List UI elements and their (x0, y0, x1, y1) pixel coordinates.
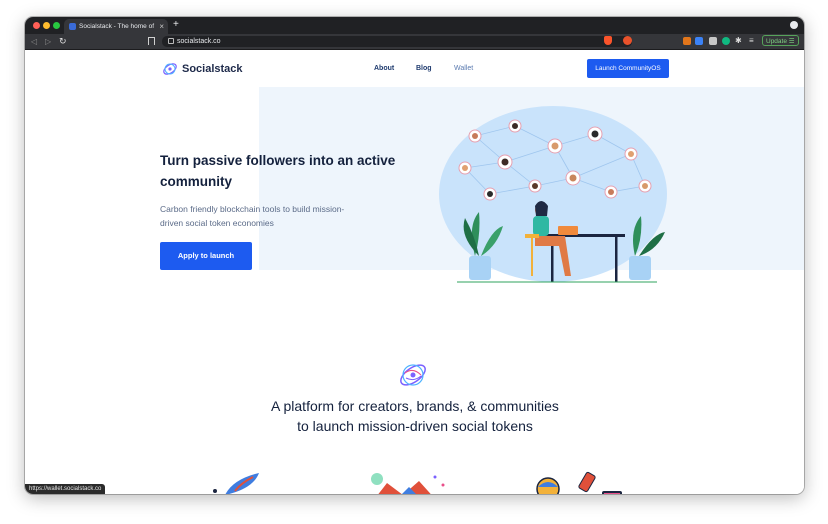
extension-icon[interactable] (695, 37, 703, 45)
platform-icon (400, 364, 426, 386)
maximize-window-button[interactable] (53, 22, 60, 29)
nav-blog[interactable]: Blog (416, 64, 432, 74)
apply-to-launch-button[interactable]: Apply to launch (160, 242, 252, 270)
extension-icon[interactable] (709, 37, 717, 45)
tab-title: Socialstack - The home of mis (79, 23, 155, 30)
bookmark-icon[interactable] (148, 37, 155, 45)
close-window-button[interactable] (33, 22, 40, 29)
tab-bar: Socialstack - The home of mis × + (25, 17, 804, 34)
browser-window: Socialstack - The home of mis × + ◁ ▷ ↻ … (25, 17, 804, 494)
platform-title-line1: A platform for creators, brands, & commu… (271, 398, 559, 414)
new-tab-button[interactable]: + (173, 19, 179, 31)
nav-about[interactable]: About (374, 64, 394, 74)
update-label: Update (766, 38, 787, 45)
minimize-window-button[interactable] (43, 22, 50, 29)
active-tab[interactable]: Socialstack - The home of mis × (64, 19, 168, 34)
communities-illustration (536, 471, 622, 494)
hero-headline: Turn passive followers into an active co… (160, 153, 396, 189)
platform-title-line2: to launch mission-driven social tokens (297, 418, 533, 434)
tab-close-icon[interactable]: × (159, 21, 164, 32)
logo-icon (163, 63, 177, 75)
puzzle-icon[interactable]: ✱ (735, 37, 743, 45)
hero-subhead: Carbon friendly blockchain tools to buil… (160, 204, 345, 228)
logo-text: Socialstack (182, 63, 243, 75)
platform-title: A platform for creators, brands, & commu… (175, 396, 655, 436)
favicon-icon (69, 23, 76, 30)
reading-list-icon[interactable]: ≡ (749, 37, 757, 45)
creators-illustration (213, 473, 259, 494)
browser-toolbar: ◁ ▷ ↻ socialstack.co ✱ ≡ Update ☰ (25, 34, 804, 50)
extension-icon[interactable] (722, 37, 730, 45)
reload-button[interactable]: ↻ (59, 35, 67, 48)
url-text: socialstack.co (177, 38, 221, 45)
back-button[interactable]: ◁ (31, 35, 37, 48)
status-bar-url: https://wallet.socialstack.co (25, 484, 106, 494)
profile-icon[interactable] (790, 21, 798, 29)
launch-communityos-button[interactable]: Launch CommunityOS (587, 59, 669, 78)
brave-shield-icon[interactable] (604, 36, 612, 45)
update-button[interactable]: Update ☰ (762, 35, 799, 46)
web-page: Socialstack About Blog Wallet Launch Com… (25, 50, 804, 494)
nav-wallet[interactable]: Wallet (454, 64, 473, 74)
rewards-icon[interactable] (623, 36, 632, 45)
address-bar[interactable]: socialstack.co (162, 36, 632, 47)
forward-button[interactable]: ▷ (45, 35, 51, 48)
metamask-extension-icon[interactable] (683, 37, 691, 45)
lock-icon (168, 38, 174, 44)
hero-illustration (439, 106, 667, 283)
brands-illustration (371, 473, 445, 494)
